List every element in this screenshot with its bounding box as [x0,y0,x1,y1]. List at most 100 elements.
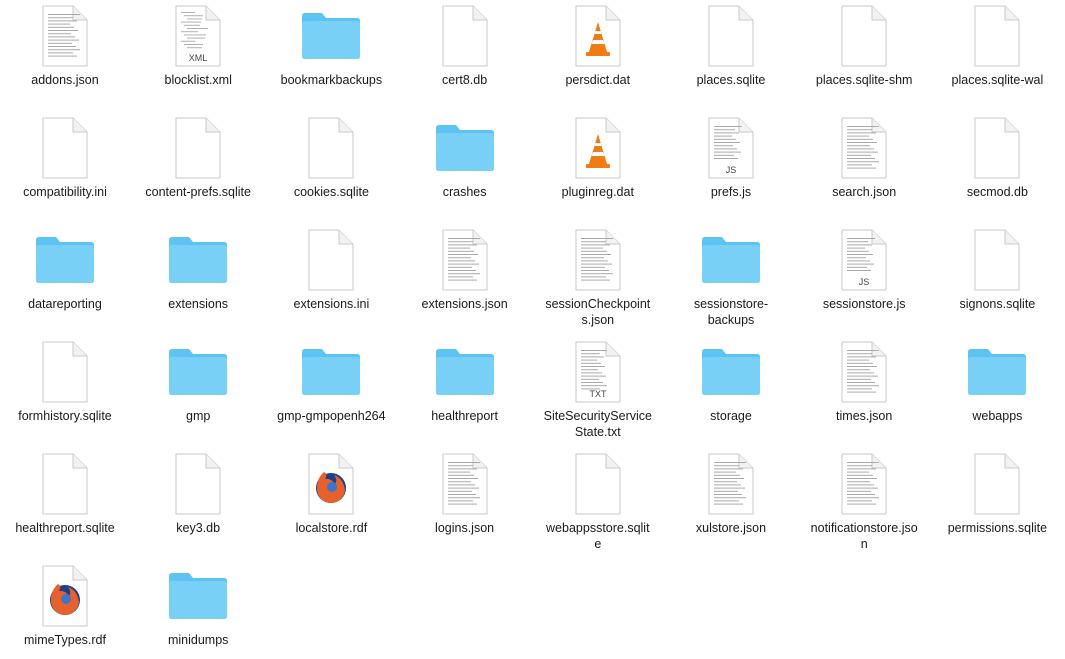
folder-icon [0,228,132,294]
file-name-label: times.json [836,409,893,423]
xml-document-icon: XML [131,4,265,70]
blank-document-icon [930,452,1064,518]
blank-document-icon [930,4,1064,70]
file-name-label: search.json [832,185,897,199]
txt-document-icon: TXT [531,340,665,406]
file-name-label: cookies.sqlite [293,185,369,199]
file-item[interactable]: healthreport [398,336,532,448]
firefox-document-icon [264,452,398,518]
file-item[interactable]: formhistory.sqlite [0,336,132,448]
file-item[interactable]: persdict.dat [531,0,665,112]
blank-document-icon [0,340,132,406]
blank-document-icon [264,228,398,294]
folder-icon [930,340,1064,406]
vlc-document-icon [531,116,665,182]
file-name-label: formhistory.sqlite [18,409,112,423]
file-name-label: logins.json [435,521,495,535]
folder-icon [664,228,798,294]
file-item[interactable]: storage [664,336,798,448]
file-name-label: notificationstore.jso n [810,521,918,551]
file-item[interactable]: localstore.rdf [264,448,398,560]
text-document-icon [531,228,665,294]
file-name-label: places.sqlite [696,73,766,87]
file-item[interactable]: mimeTypes.rdf [0,560,132,659]
file-name-label: extensions.ini [293,297,370,311]
folder-icon [664,340,798,406]
file-item[interactable]: permissions.sqlite [930,448,1064,560]
blank-document-icon [398,4,532,70]
file-item[interactable]: pluginreg.dat [531,112,665,224]
file-item[interactable]: signons.sqlite [930,224,1064,336]
folder-icon [131,228,265,294]
file-item[interactable]: times.json [797,336,931,448]
file-item[interactable]: gmp [131,336,265,448]
blank-document-icon [0,452,132,518]
file-item[interactable]: healthreport.sqlite [0,448,132,560]
file-name-label: blocklist.xml [164,73,232,87]
file-name-label: permissions.sqlite [947,521,1048,535]
file-name-label: webappsstore.sqlit e [546,521,650,551]
blank-document-icon [930,228,1064,294]
file-item[interactable]: logins.json [398,448,532,560]
text-document-icon [664,452,798,518]
file-item[interactable]: notificationstore.jso n [797,448,931,560]
text-document-icon [398,452,532,518]
file-item[interactable]: JS sessionstore.js [797,224,931,336]
text-document-icon [0,4,132,70]
file-item[interactable]: XML blocklist.xml [131,0,265,112]
folder-icon [398,116,532,182]
file-item[interactable]: crashes [398,112,532,224]
file-name-label: addons.json [31,73,99,87]
file-name-label: persdict.dat [565,73,631,87]
file-item[interactable]: cert8.db [398,0,532,112]
blank-document-icon [264,116,398,182]
file-item[interactable]: addons.json [0,0,132,112]
firefox-document-icon [0,564,132,630]
file-item[interactable]: datareporting [0,224,132,336]
file-item[interactable]: bookmarkbackups [264,0,398,112]
file-name-label: extensions [168,297,229,311]
file-item[interactable]: xulstore.json [664,448,798,560]
file-item[interactable]: compatibility.ini [0,112,132,224]
svg-text:JS: JS [726,165,737,175]
vlc-document-icon [531,4,665,70]
file-name-label: compatibility.ini [23,185,107,199]
file-item[interactable]: search.json [797,112,931,224]
file-item[interactable]: webapps [930,336,1064,448]
file-item[interactable]: TXT SiteSecurityService State.txt [531,336,665,448]
folder-icon [398,340,532,406]
file-item[interactable]: places.sqlite-shm [797,0,931,112]
file-item[interactable]: extensions.ini [264,224,398,336]
folder-icon [131,340,265,406]
file-name-label: gmp-gmpopenh264 [277,409,386,423]
blank-document-icon [797,4,931,70]
file-name-label: signons.sqlite [959,297,1036,311]
file-name-label: key3.db [176,521,221,535]
file-item[interactable]: webappsstore.sqlit e [531,448,665,560]
file-name-label: content-prefs.sqlite [145,185,251,199]
file-name-label: crashes [442,185,487,199]
file-item[interactable]: sessionstore- backups [664,224,798,336]
file-item[interactable]: extensions.json [398,224,532,336]
file-item[interactable]: places.sqlite [664,0,798,112]
file-item[interactable]: content-prefs.sqlite [131,112,265,224]
text-document-icon [797,452,931,518]
file-name-label: sessionCheckpoint s.json [545,297,651,327]
file-item[interactable]: places.sqlite-wal [930,0,1064,112]
file-item[interactable]: secmod.db [930,112,1064,224]
file-item[interactable]: sessionCheckpoint s.json [531,224,665,336]
blank-document-icon [664,4,798,70]
file-item[interactable]: cookies.sqlite [264,112,398,224]
folder-icon [264,4,398,70]
file-item[interactable]: extensions [131,224,265,336]
file-item[interactable]: gmp-gmpopenh264 [264,336,398,448]
blank-document-icon [930,116,1064,182]
file-name-label: healthreport.sqlite [15,521,115,535]
file-name-label: places.sqlite-wal [951,73,1044,87]
file-item[interactable]: key3.db [131,448,265,560]
file-item[interactable]: JS prefs.js [664,112,798,224]
svg-text:TXT: TXT [589,389,607,399]
file-name-label: mimeTypes.rdf [24,633,106,647]
file-name-label: bookmarkbackups [280,73,383,87]
file-item[interactable]: minidumps [131,560,265,659]
